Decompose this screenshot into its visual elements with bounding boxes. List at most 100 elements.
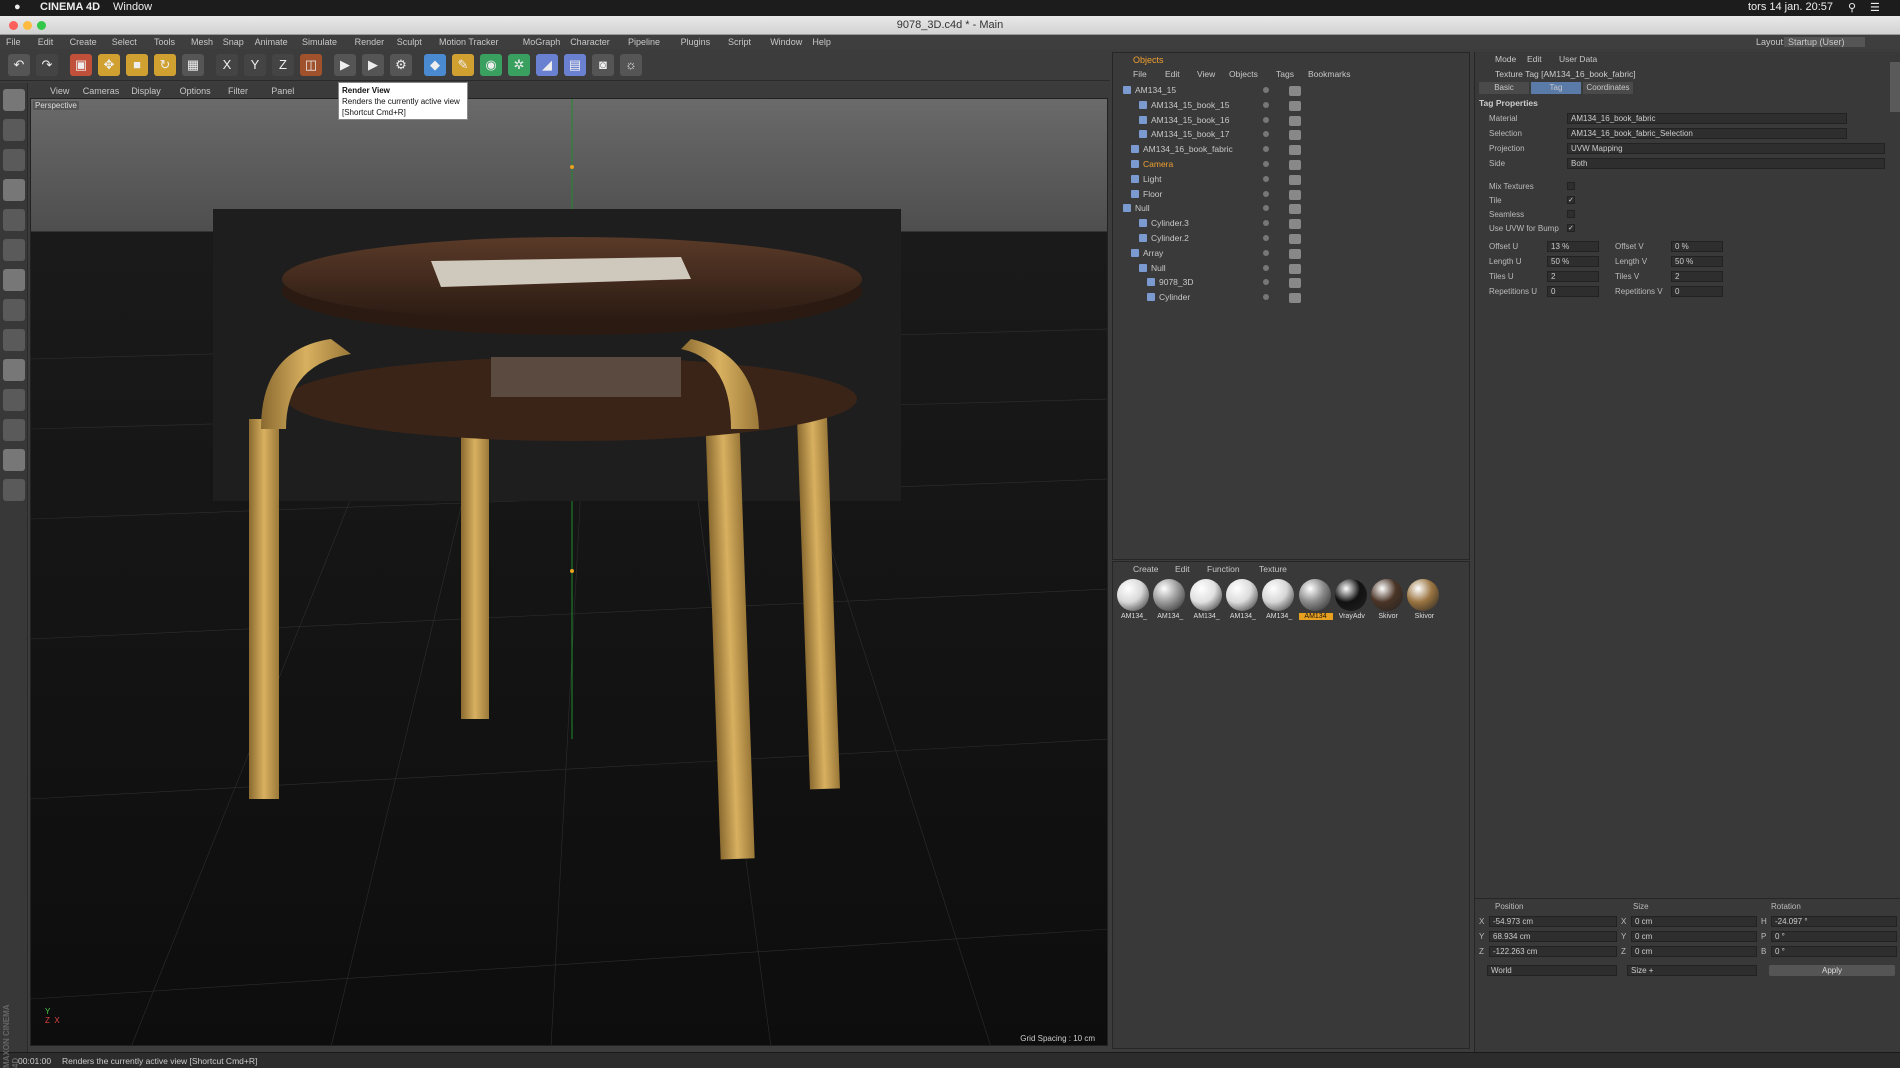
light-icon[interactable]: ☼: [620, 54, 642, 76]
viewport-menu-display[interactable]: Display: [131, 86, 161, 96]
position-field[interactable]: 68.934 cm: [1489, 931, 1617, 942]
menu-help[interactable]: Help: [812, 37, 831, 47]
material-swatch[interactable]: Skivor: [1371, 579, 1405, 627]
rotation-field[interactable]: 0 °: [1771, 946, 1897, 957]
field-side[interactable]: Both: [1567, 158, 1885, 169]
pair-value-2[interactable]: 50 %: [1671, 256, 1723, 267]
attributes-menu-edit[interactable]: Edit: [1527, 54, 1542, 64]
tab-coordinates[interactable]: Coordinates: [1583, 82, 1633, 94]
material-menu-texture[interactable]: Texture: [1259, 564, 1287, 574]
object-row[interactable]: Null: [1113, 202, 1469, 216]
pair-value-2[interactable]: 0 %: [1671, 241, 1723, 252]
object-name[interactable]: Cylinder.3: [1151, 218, 1189, 228]
nurbs-icon[interactable]: ◉: [480, 54, 502, 76]
object-name[interactable]: Null: [1151, 263, 1166, 273]
pair-value-1[interactable]: 2: [1547, 271, 1599, 282]
axis-mode-icon[interactable]: [3, 299, 25, 321]
workplane-icon[interactable]: [3, 179, 25, 201]
visibility-dots[interactable]: [1263, 249, 1269, 256]
material-swatch[interactable]: AM134: [1298, 579, 1333, 627]
material-menu-create[interactable]: Create: [1133, 564, 1159, 574]
objects-menu-objects[interactable]: Objects: [1229, 69, 1258, 79]
redo-icon[interactable]: ↷: [36, 54, 58, 76]
attributes-menu-user-data[interactable]: User Data: [1559, 54, 1597, 64]
move-icon[interactable]: ✥: [98, 54, 120, 76]
visibility-dots[interactable]: [1263, 294, 1269, 301]
menu-simulate[interactable]: Simulate: [302, 37, 337, 47]
pair-value-2[interactable]: 0: [1671, 286, 1723, 297]
visibility-dots[interactable]: [1263, 235, 1269, 241]
material-swatch[interactable]: AM134_: [1117, 579, 1151, 627]
objects-menu-bookmarks[interactable]: Bookmarks: [1308, 69, 1351, 79]
object-name[interactable]: AM134_15_book_17: [1151, 129, 1229, 139]
checkbox[interactable]: ✓: [1567, 224, 1575, 232]
object-name[interactable]: Null: [1135, 203, 1150, 213]
object-row[interactable]: Light: [1113, 173, 1469, 187]
rotation-field[interactable]: 0 °: [1771, 931, 1897, 942]
checkbox[interactable]: [1567, 210, 1575, 218]
object-row[interactable]: AM134_15_book_15: [1113, 99, 1469, 113]
undo-icon[interactable]: ↶: [8, 54, 30, 76]
menu-plugins[interactable]: Plugins: [681, 37, 711, 47]
camera-icon[interactable]: ◙: [592, 54, 614, 76]
material-menu-function[interactable]: Function: [1207, 564, 1240, 574]
vertical-attributes-tab[interactable]: [1890, 62, 1900, 112]
render-view-icon[interactable]: ▶: [334, 54, 356, 76]
search-icon[interactable]: ⚲: [1848, 1, 1856, 14]
menu-mograph[interactable]: MoGraph: [523, 37, 561, 47]
object-row[interactable]: AM134_16_book_fabric: [1113, 143, 1469, 157]
menu-motion-tracker[interactable]: Motion Tracker: [439, 37, 499, 47]
tab-tag[interactable]: Tag: [1531, 82, 1581, 94]
pair-value-1[interactable]: 13 %: [1547, 241, 1599, 252]
visibility-dots[interactable]: [1263, 116, 1269, 123]
object-row[interactable]: AM134_15_book_16: [1113, 114, 1469, 128]
3d-viewport[interactable]: Perspective Grid Spacing : 10 cm YZ X: [30, 98, 1108, 1046]
object-row[interactable]: Null: [1113, 262, 1469, 276]
material-swatch[interactable]: AM134_: [1189, 579, 1224, 627]
maximize-window-button[interactable]: [37, 21, 46, 30]
points-mode-icon[interactable]: [3, 209, 25, 231]
material-menu-edit[interactable]: Edit: [1175, 564, 1190, 574]
menu-sculpt[interactable]: Sculpt: [397, 37, 422, 47]
close-window-button[interactable]: [9, 21, 18, 30]
grid-icon[interactable]: [3, 449, 25, 471]
checkbox[interactable]: [1567, 182, 1575, 190]
material-swatch[interactable]: AM134_: [1153, 579, 1187, 627]
array-icon[interactable]: ✲: [508, 54, 530, 76]
tag-icons[interactable]: [1289, 145, 1301, 156]
tag-icons[interactable]: [1289, 263, 1301, 274]
tag-icons[interactable]: [1289, 219, 1301, 230]
material-swatch[interactable]: Skivor: [1407, 579, 1441, 627]
menu-edit[interactable]: Edit: [38, 37, 54, 47]
visibility-dots[interactable]: [1263, 279, 1269, 286]
tag-icons[interactable]: [1289, 204, 1301, 215]
tag-icons[interactable]: [1289, 234, 1301, 244]
objects-menu-tags[interactable]: Tags: [1276, 69, 1294, 79]
menu-script[interactable]: Script: [728, 37, 751, 47]
pair-value-1[interactable]: 50 %: [1547, 256, 1599, 267]
size-mode-select[interactable]: Size +: [1627, 965, 1757, 976]
objects-menu-view[interactable]: View: [1197, 69, 1215, 79]
menu-select[interactable]: Select: [112, 37, 137, 47]
object-row[interactable]: Cylinder.3: [1113, 217, 1469, 231]
viewport-menu-panel[interactable]: Panel: [271, 86, 294, 96]
deformer-icon[interactable]: ◢: [536, 54, 558, 76]
menu-pipeline[interactable]: Pipeline: [628, 37, 660, 47]
scale-icon[interactable]: ■: [126, 54, 148, 76]
object-name[interactable]: Camera: [1143, 159, 1173, 169]
lock-icon[interactable]: [3, 479, 25, 501]
object-name[interactable]: Cylinder.2: [1151, 233, 1189, 243]
tag-icons[interactable]: [1289, 100, 1301, 111]
object-row[interactable]: 9078_3D: [1113, 276, 1469, 290]
viewport-menu-options[interactable]: Options: [180, 86, 211, 96]
tweak-mode-icon[interactable]: [3, 329, 25, 351]
menu-snap[interactable]: Snap: [223, 37, 244, 47]
viewport-menu-cameras[interactable]: Cameras: [83, 86, 120, 96]
x-axis-icon[interactable]: X: [216, 54, 238, 76]
object-row[interactable]: Cylinder: [1113, 291, 1469, 305]
size-field[interactable]: 0 cm: [1631, 931, 1757, 942]
position-field[interactable]: -122.263 cm: [1489, 946, 1617, 957]
field-material[interactable]: AM134_16_book_fabric: [1567, 113, 1847, 124]
texture-mode-icon[interactable]: [3, 149, 25, 171]
menu-character[interactable]: Character: [570, 37, 610, 47]
